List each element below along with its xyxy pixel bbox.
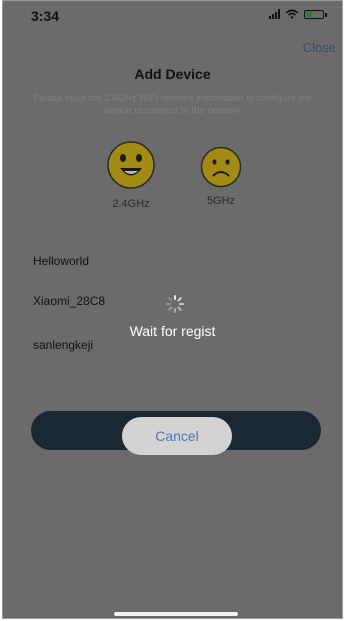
network-item[interactable]: Xiaomi_28C8 (33, 294, 105, 308)
band-option-2-4ghz[interactable]: 2.4GHz (104, 141, 158, 210)
home-indicator (114, 612, 238, 616)
status-bar: 3:34 (3, 1, 342, 27)
smiley-face-icon (107, 141, 155, 189)
cancel-button[interactable]: Cancel (122, 417, 232, 455)
close-button[interactable]: Close (303, 40, 336, 55)
network-item[interactable]: Helloworld (33, 254, 89, 268)
band-option-5ghz[interactable]: 5GHz (199, 146, 243, 207)
wait-message: Wait for regist (129, 323, 216, 339)
band-label-2-4ghz: 2.4GHz (112, 198, 150, 210)
status-time: 3:34 (31, 8, 60, 24)
wifi-icon (285, 9, 299, 19)
phone-screen: 3:34 Close Add Device Please input the 2… (2, 0, 343, 619)
signal-icon (269, 9, 280, 19)
sad-face-icon (200, 146, 242, 188)
page-title: Add Device (134, 66, 211, 82)
network-item[interactable]: sanlengkeji (33, 338, 93, 352)
battery-icon (304, 9, 327, 19)
instructions-text: Please input the 2.4GHz WiFi network inf… (33, 93, 312, 116)
band-label-5ghz: 5GHz (206, 195, 236, 207)
loading-spinner-icon (166, 295, 184, 313)
status-icons (269, 9, 327, 19)
